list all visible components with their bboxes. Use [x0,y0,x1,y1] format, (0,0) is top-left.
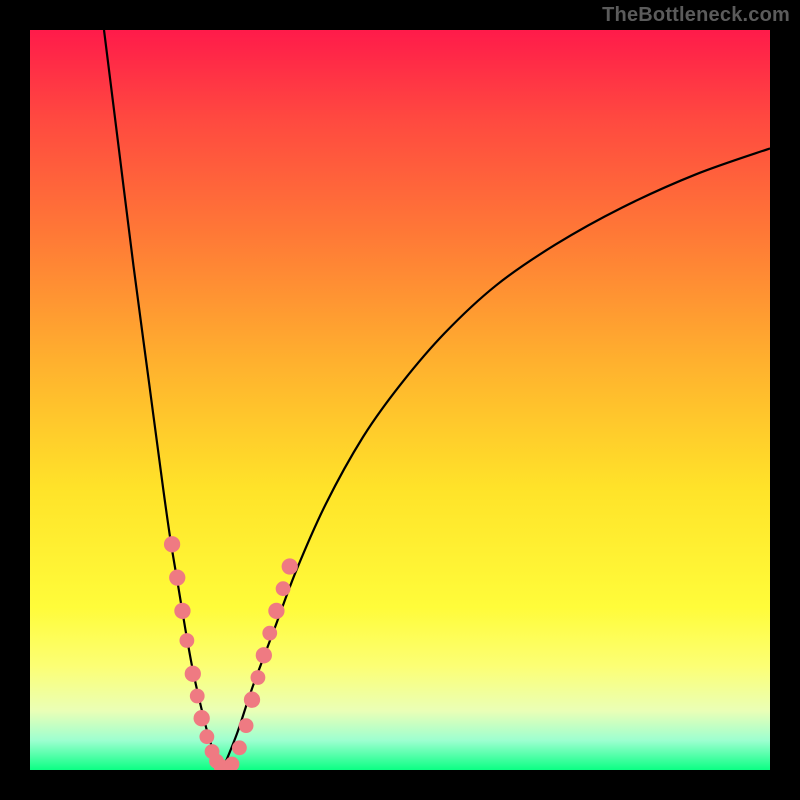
data-marker [190,689,205,704]
curve-left [104,30,222,770]
watermark-text: TheBottleneck.com [602,4,790,27]
data-marker [174,603,190,619]
curve-layer [30,30,770,770]
data-marker [262,626,277,641]
markers-right [232,558,298,755]
data-marker [276,581,291,596]
data-marker [232,740,247,755]
plot-area [30,30,770,770]
data-marker [244,692,260,708]
curve-right [222,148,770,770]
data-marker [169,569,185,585]
markers-left [164,536,239,770]
data-marker [185,666,201,682]
data-marker [194,710,210,726]
data-marker [251,670,266,685]
data-marker [164,536,180,552]
chart-frame: TheBottleneck.com [0,0,800,800]
data-marker [179,633,194,648]
data-marker [282,558,298,574]
data-marker [256,647,272,663]
data-marker [239,718,254,733]
data-marker [268,603,284,619]
data-marker [199,729,214,744]
